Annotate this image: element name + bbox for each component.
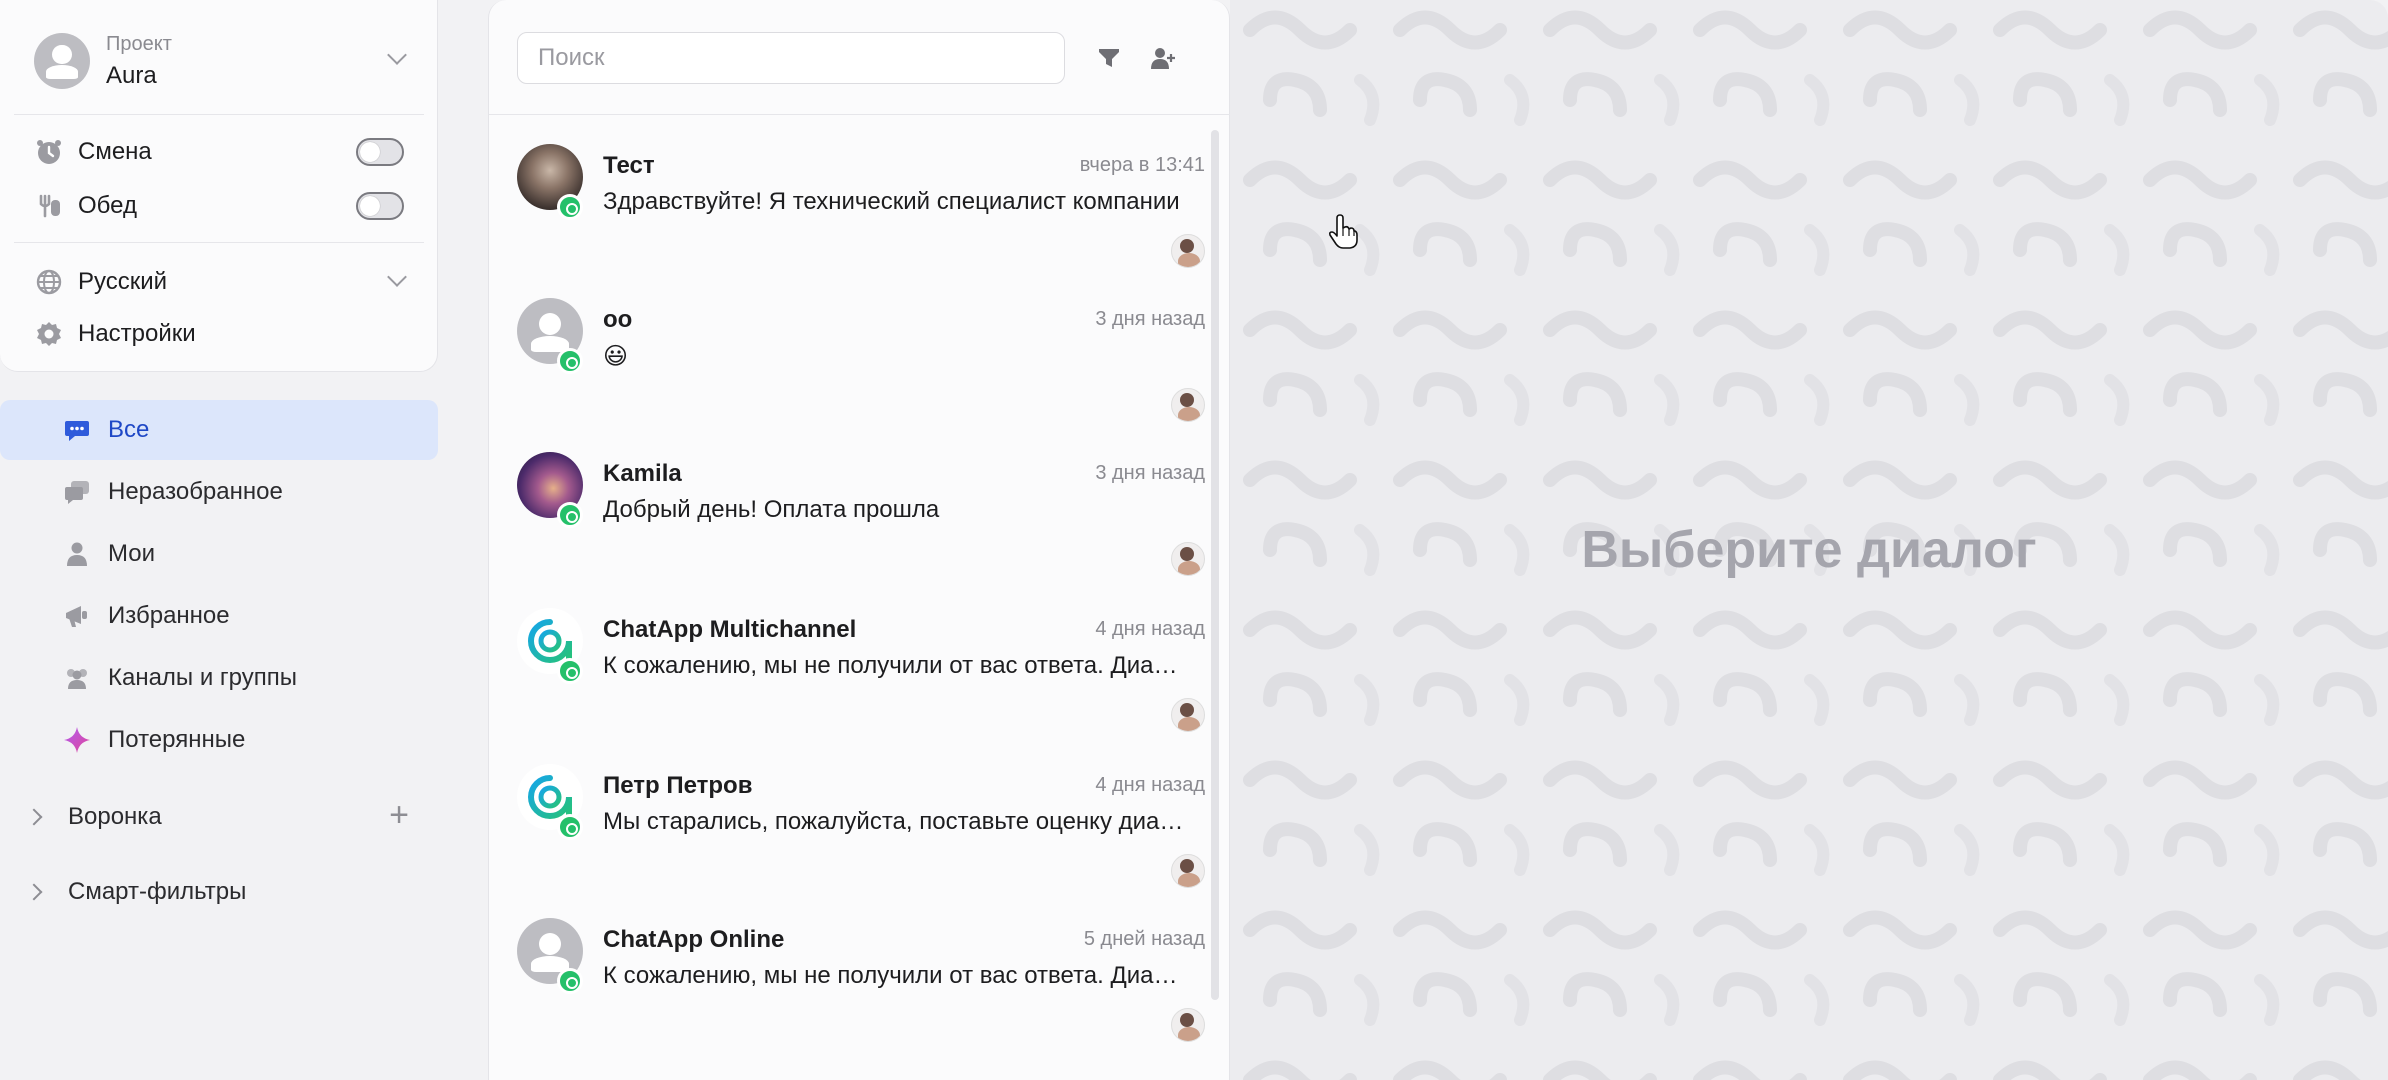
lunch-toggle[interactable]: [356, 192, 404, 220]
project-caption: Проект: [106, 32, 172, 55]
last-message: 😃: [603, 343, 629, 370]
chat-item[interactable]: оо 3 дня назад 😃: [489, 284, 1209, 440]
divider: [14, 242, 424, 243]
last-message: К сожалению, мы не получили от вас ответ…: [603, 962, 1185, 989]
filter-icon[interactable]: [1093, 42, 1125, 74]
smart-filters-label: Смарт-фильтры: [68, 878, 247, 905]
whatsapp-icon: [557, 814, 583, 840]
chat-bubble-icon: [62, 415, 92, 445]
chevron-right-icon: [25, 808, 43, 826]
smart-filters-section[interactable]: Смарт-фильтры: [24, 867, 424, 917]
language-label: Русский: [78, 268, 168, 295]
sparkle-icon: [62, 725, 92, 755]
chat-time: 3 дня назад: [1095, 462, 1205, 484]
add-contact-icon[interactable]: [1147, 42, 1179, 74]
nav-label: Каналы и группы: [108, 664, 297, 691]
nav-label: Все: [108, 416, 150, 443]
chevron-down-icon: [387, 45, 407, 65]
chevron-right-icon: [25, 883, 43, 901]
nav-item-mine[interactable]: Мои: [0, 524, 438, 584]
lunch-label: Обед: [78, 192, 137, 219]
globe-icon: [34, 267, 64, 297]
sidebar: Проект Aura Смена Обед Русский Настройки…: [0, 0, 470, 1080]
hand-pointer-icon: [1328, 214, 1358, 249]
clock-icon: [34, 137, 64, 167]
dialog-area: Выберите диалог: [1230, 0, 2388, 1080]
chat-item[interactable]: ChatApp Online 5 дней назад К сожалению,…: [489, 904, 1209, 1060]
search-input[interactable]: [517, 32, 1065, 84]
nav-item-channels[interactable]: Каналы и группы: [0, 648, 438, 708]
shift-label: Смена: [78, 138, 152, 165]
project-name: Aura: [106, 61, 157, 89]
chat-time: 4 дня назад: [1095, 618, 1205, 640]
funnel-label: Воронка: [68, 803, 162, 830]
chevron-down-icon: [387, 267, 407, 287]
user-icon: [62, 539, 92, 569]
operator-avatar: [1171, 698, 1205, 732]
whatsapp-icon: [557, 658, 583, 684]
megaphone-icon: [62, 601, 92, 631]
operator-avatar: [1171, 234, 1205, 268]
chat-item[interactable]: Петр Петров 4 дня назад Мы старались, по…: [489, 750, 1209, 906]
divider: [14, 114, 424, 115]
whatsapp-icon: [557, 502, 583, 528]
project-avatar: [34, 33, 90, 89]
settings-label: Настройки: [78, 320, 196, 347]
last-message: Здравствуйте! Я технический специалист к…: [603, 188, 1180, 215]
settings-link[interactable]: Настройки: [34, 314, 196, 354]
shift-row: Смена: [34, 132, 152, 172]
nav-label: Неразобранное: [108, 478, 283, 505]
chat-list-panel: Тест вчера в 13:41 Здравствуйте! Я техни…: [488, 0, 1231, 1080]
nav-item-unsorted[interactable]: Неразобранное: [0, 462, 438, 522]
scrollbar[interactable]: [1211, 130, 1219, 1000]
chat-time: 4 дня назад: [1095, 774, 1205, 796]
chat-item[interactable]: ChatApp Multichannel 4 дня назад К сожал…: [489, 594, 1209, 750]
chat-time: вчера в 13:41: [1079, 154, 1205, 176]
operator-avatar: [1171, 388, 1205, 422]
contact-name: Kamila: [603, 460, 682, 487]
contact-name: Петр Петров: [603, 772, 753, 799]
last-message: Мы старались, пожалуйста, поставьте оцен…: [603, 808, 1185, 835]
chat-time: 5 дней назад: [1083, 928, 1205, 950]
contact-name: Тест: [603, 152, 655, 179]
chats-icon: [62, 477, 92, 507]
chat-time: 3 дня назад: [1095, 308, 1205, 330]
last-message: К сожалению, мы не получили от вас ответ…: [603, 652, 1185, 679]
shift-toggle[interactable]: [356, 138, 404, 166]
language-selector[interactable]: Русский: [34, 262, 414, 302]
nav-item-all[interactable]: Все: [0, 400, 438, 460]
users-icon: [62, 663, 92, 693]
nav-item-favorites[interactable]: Избранное: [0, 586, 438, 646]
contact-name: ChatApp Online: [603, 926, 785, 953]
whatsapp-icon: [557, 348, 583, 374]
divider: [489, 114, 1231, 115]
profile-card: Проект Aura Смена Обед Русский Настройки: [0, 0, 438, 372]
lunch-row: Обед: [34, 186, 137, 226]
nav-label: Мои: [108, 540, 156, 567]
nav-label: Избранное: [108, 602, 230, 629]
funnel-section[interactable]: Воронка +: [24, 792, 424, 842]
contact-name: оо: [603, 306, 633, 333]
operator-avatar: [1171, 1008, 1205, 1042]
chat-item[interactable]: Тест вчера в 13:41 Здравствуйте! Я техни…: [489, 130, 1209, 286]
nav-item-lost[interactable]: Потерянные: [0, 710, 438, 770]
add-funnel-icon[interactable]: +: [384, 798, 414, 832]
chat-item[interactable]: Kamila 3 дня назад Добрый день! Оплата п…: [489, 438, 1209, 594]
food-icon: [34, 191, 64, 221]
project-text: Проект Aura: [106, 33, 172, 90]
contact-name: ChatApp Multichannel: [603, 616, 857, 643]
operator-avatar: [1171, 854, 1205, 888]
online-chat-icon: [557, 968, 583, 994]
nav-label: Потерянные: [108, 726, 246, 753]
project-selector[interactable]: Проект Aura: [34, 26, 414, 96]
whatsapp-icon: [557, 194, 583, 220]
empty-state-title: Выберите диалог: [1581, 521, 2037, 579]
operator-avatar: [1171, 542, 1205, 576]
last-message: Добрый день! Оплата прошла: [603, 496, 940, 523]
gear-icon: [34, 319, 64, 349]
